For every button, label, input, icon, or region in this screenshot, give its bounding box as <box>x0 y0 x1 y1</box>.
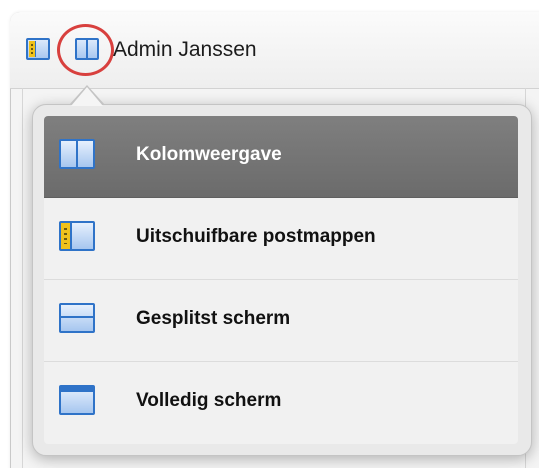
menu-item-slide-out-folders[interactable]: Uitschuifbare postmappen <box>44 198 518 280</box>
layout-menu: Kolomweergave Uitschuifbare postmappen G… <box>44 116 518 444</box>
menu-item-label: Gesplitst scherm <box>136 308 291 329</box>
screen: Admin Janssen Kolomweergave Uitschuifbar… <box>0 0 539 468</box>
menu-item-full-screen[interactable]: Volledig scherm <box>44 362 518 444</box>
account-name: Admin Janssen <box>113 38 257 61</box>
menu-item-label: Uitschuifbare postmappen <box>136 226 376 247</box>
menu-item-label: Kolomweergave <box>136 144 282 165</box>
split-screen-icon <box>59 303 95 333</box>
column-view-icon <box>59 139 95 169</box>
slide-out-folders-icon <box>59 221 95 251</box>
popover-arrow-inner <box>71 87 103 106</box>
highlight-circle <box>57 24 114 76</box>
menu-item-label: Volledig scherm <box>136 390 282 411</box>
divider <box>22 88 23 468</box>
sidebar-layout-icon[interactable] <box>26 38 50 60</box>
full-screen-icon <box>59 385 95 415</box>
menu-item-split-screen[interactable]: Gesplitst scherm <box>44 280 518 362</box>
menu-item-column-view[interactable]: Kolomweergave <box>44 116 518 198</box>
